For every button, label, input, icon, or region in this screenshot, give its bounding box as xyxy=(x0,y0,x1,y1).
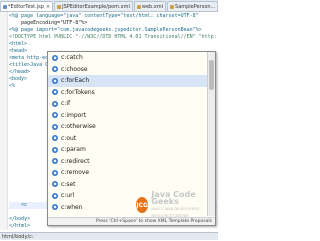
tag-proposal-icon: ◆ xyxy=(52,146,58,153)
proposal-label: c:otherwise xyxy=(61,123,96,131)
proposal-item[interactable]: ◆ c:if xyxy=(48,98,208,110)
proposal-label: c:out xyxy=(61,134,77,142)
tag-proposal-icon: ◆ xyxy=(52,100,58,107)
code-line[interactable]: <%@ page language="java" contentType="te… xyxy=(9,13,217,20)
tag-proposal-icon: ◆ xyxy=(52,169,58,176)
proposal-label: c:redirect xyxy=(61,157,90,165)
tag-proposal-icon: ◆ xyxy=(52,66,58,73)
proposal-label: c:set xyxy=(61,180,76,188)
proposal-label: c:url xyxy=(61,192,75,200)
scrollbar-thumb[interactable] xyxy=(209,60,214,90)
tag-proposal-icon: ◆ xyxy=(52,112,58,119)
tab-web-xml[interactable]: web.xml xyxy=(133,1,167,11)
proposal-label: c:forTokens xyxy=(61,88,95,96)
xml-file-icon xyxy=(57,4,62,9)
tag-proposal-icon: ◆ xyxy=(52,123,58,130)
proposal-item[interactable]: ◆ c:param xyxy=(48,144,208,156)
code-line[interactable]: pageEncoding="UTF-8"%> xyxy=(9,20,217,27)
proposal-label: c:catch xyxy=(61,54,83,62)
watermark-logo: JCG Java Code Geeks JAVA 2 JAVA DEVELOPE… xyxy=(136,190,218,218)
tab-label: JSPEditorExample/pom.xml xyxy=(62,3,130,10)
editor-gutter xyxy=(0,12,8,230)
proposal-label: c:if xyxy=(61,100,71,108)
tag-proposal-icon: ◆ xyxy=(52,204,58,211)
java-file-icon xyxy=(170,4,175,9)
xml-file-icon xyxy=(136,4,141,9)
tag-proposal-icon: ◆ xyxy=(52,135,58,142)
proposal-item[interactable]: ◆ c:catch xyxy=(48,52,208,64)
watermark-title: Java Code Geeks xyxy=(151,190,196,206)
proposal-item[interactable]: ◆ c:forEach xyxy=(48,75,208,87)
tag-proposal-icon: ◆ xyxy=(52,181,58,188)
tag-proposal-icon: ◆ xyxy=(52,77,58,84)
tab-label: web.xml xyxy=(141,3,164,10)
close-icon[interactable]: × xyxy=(46,4,50,10)
proposal-label: c:import xyxy=(61,111,87,119)
code-line[interactable]: <html> xyxy=(9,41,217,48)
tab-sampleperson[interactable]: SamplePerson... xyxy=(167,1,218,11)
proposal-item[interactable]: ◆ c:forTokens xyxy=(48,87,208,99)
proposal-item[interactable]: ◆ c:redirect xyxy=(48,156,208,168)
proposal-item[interactable]: ◆ c:remove xyxy=(48,167,208,179)
tag-proposal-icon: ◆ xyxy=(52,89,58,96)
tab-editortest-jsp[interactable]: *EditorTest.jsp × xyxy=(0,1,54,11)
tag-proposal-icon: ◆ xyxy=(52,54,58,61)
proposal-label: c:choose xyxy=(61,65,88,73)
code-line[interactable]: <!DOCTYPE html PUBLIC "-//W3C//DTD HTML … xyxy=(9,34,217,41)
proposal-item[interactable]: ◆ c:set xyxy=(48,179,208,191)
tab-pom-xml[interactable]: JSPEditorExample/pom.xml xyxy=(54,1,133,11)
watermark-subtitle: JAVA 2 JAVA DEVELOPERS RESOURCE CENTER xyxy=(151,206,200,218)
tag-proposal-icon: ◆ xyxy=(52,192,58,199)
proposal-item[interactable]: ◆ c:otherwise xyxy=(48,121,208,133)
proposal-label: c:when xyxy=(61,203,83,211)
tab-label: *EditorTest.jsp xyxy=(8,3,44,10)
tag-proposal-icon: ◆ xyxy=(52,158,58,165)
status-bar: html/body/c: xyxy=(0,232,218,240)
tab-label: SamplePerson... xyxy=(175,3,216,10)
proposal-label: c:remove xyxy=(61,169,90,177)
proposal-item[interactable]: ◆ c:choose xyxy=(48,64,208,76)
jsp-file-icon xyxy=(3,4,7,9)
proposal-item[interactable]: ◆ c:import xyxy=(48,110,208,122)
code-line[interactable]: <%@ page import="com.javacodegeeks.jsped… xyxy=(9,27,217,34)
proposal-item[interactable]: ◆ c:out xyxy=(48,133,208,145)
breadcrumb-path: html/body/c: xyxy=(2,234,34,240)
editor-tab-bar: *EditorTest.jsp × JSPEditorExample/pom.x… xyxy=(0,0,218,12)
proposal-label: c:param xyxy=(61,146,86,154)
proposal-label: c:forEach xyxy=(61,77,90,85)
jcg-logo-icon: JCG xyxy=(136,197,149,213)
